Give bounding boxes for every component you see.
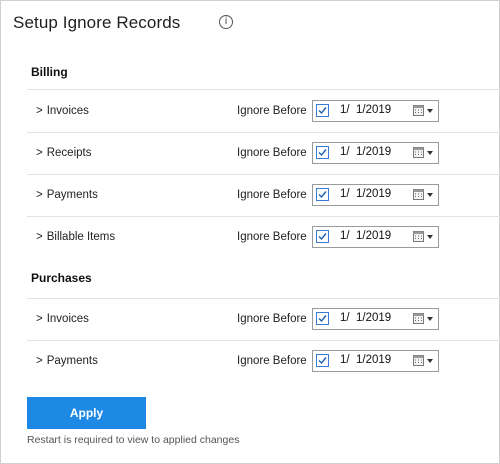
expand-billable-items-link[interactable]: > Billable Items (36, 231, 115, 243)
divider (27, 216, 500, 217)
divider (27, 340, 500, 341)
ignore-before-label: Ignore Before (237, 147, 307, 159)
page-title: Setup Ignore Records (13, 13, 181, 32)
date-picker[interactable]: 1/ 1/2019 (312, 142, 439, 164)
date-value[interactable]: 1/ 1/2019 (340, 104, 391, 116)
date-enable-checkbox[interactable] (316, 230, 329, 243)
calendar-icon[interactable] (413, 104, 424, 116)
chevron-down-icon[interactable] (427, 109, 433, 113)
row-purchases-invoices: > Invoices Ignore Before 1/ 1/2019 (27, 300, 500, 342)
header: Setup Ignore Records (13, 8, 180, 38)
ignore-before-label: Ignore Before (237, 313, 307, 325)
date-value[interactable]: 1/ 1/2019 (340, 354, 391, 366)
ignore-before-label: Ignore Before (237, 231, 307, 243)
date-picker[interactable]: 1/ 1/2019 (312, 226, 439, 248)
expand-invoices-link[interactable]: > Invoices (36, 105, 89, 117)
row-billing-payments: > Payments Ignore Before 1/ 1/2019 (27, 176, 500, 218)
ignore-before-label: Ignore Before (237, 355, 307, 367)
date-picker[interactable]: 1/ 1/2019 (312, 100, 439, 122)
date-enable-checkbox[interactable] (316, 146, 329, 159)
date-value[interactable]: 1/ 1/2019 (340, 146, 391, 158)
chevron-down-icon[interactable] (427, 317, 433, 321)
row-billing-receipts: > Receipts Ignore Before 1/ 1/2019 (27, 134, 500, 176)
expand-payments-link[interactable]: > Payments (36, 189, 98, 201)
date-enable-checkbox[interactable] (316, 354, 329, 367)
divider (27, 89, 500, 90)
chevron-right-icon: > (36, 105, 43, 117)
date-value[interactable]: 1/ 1/2019 (340, 230, 391, 242)
date-enable-checkbox[interactable] (316, 312, 329, 325)
restart-note: Restart is required to view to applied c… (27, 434, 240, 446)
date-picker[interactable]: 1/ 1/2019 (312, 184, 439, 206)
info-icon[interactable]: i (219, 15, 233, 29)
chevron-down-icon[interactable] (427, 359, 433, 363)
row-purchases-payments: > Payments Ignore Before 1/ 1/2019 (27, 342, 500, 384)
ignore-before-label: Ignore Before (237, 105, 307, 117)
date-enable-checkbox[interactable] (316, 188, 329, 201)
checkmark-icon (318, 315, 327, 323)
chevron-right-icon: > (36, 231, 43, 243)
apply-button[interactable]: Apply (27, 397, 146, 429)
date-picker[interactable]: 1/ 1/2019 (312, 350, 439, 372)
chevron-down-icon[interactable] (427, 193, 433, 197)
chevron-right-icon: > (36, 355, 43, 367)
ignore-before-label: Ignore Before (237, 189, 307, 201)
calendar-icon[interactable] (413, 354, 424, 366)
expand-invoices-link[interactable]: > Invoices (36, 313, 89, 325)
date-value[interactable]: 1/ 1/2019 (340, 312, 391, 324)
expand-payments-link[interactable]: > Payments (36, 355, 98, 367)
divider (27, 298, 500, 299)
chevron-down-icon[interactable] (427, 235, 433, 239)
chevron-right-icon: > (36, 189, 43, 201)
row-billing-billable-items: > Billable Items Ignore Before 1/ 1/2019 (27, 218, 500, 260)
expand-receipts-link[interactable]: > Receipts (36, 147, 91, 159)
calendar-icon[interactable] (413, 230, 424, 242)
row-billing-invoices: > Invoices Ignore Before 1/ 1/2019 (27, 92, 500, 134)
chevron-down-icon[interactable] (427, 151, 433, 155)
divider (27, 132, 500, 133)
checkmark-icon (318, 233, 327, 241)
section-title-billing: Billing (31, 65, 68, 79)
calendar-icon[interactable] (413, 188, 424, 200)
section-title-purchases: Purchases (31, 271, 92, 285)
date-enable-checkbox[interactable] (316, 104, 329, 117)
checkmark-icon (318, 149, 327, 157)
checkmark-icon (318, 191, 327, 199)
calendar-icon[interactable] (413, 312, 424, 324)
chevron-right-icon: > (36, 147, 43, 159)
checkmark-icon (318, 357, 327, 365)
date-picker[interactable]: 1/ 1/2019 (312, 308, 439, 330)
chevron-right-icon: > (36, 313, 43, 325)
calendar-icon[interactable] (413, 146, 424, 158)
checkmark-icon (318, 107, 327, 115)
date-value[interactable]: 1/ 1/2019 (340, 188, 391, 200)
divider (27, 174, 500, 175)
